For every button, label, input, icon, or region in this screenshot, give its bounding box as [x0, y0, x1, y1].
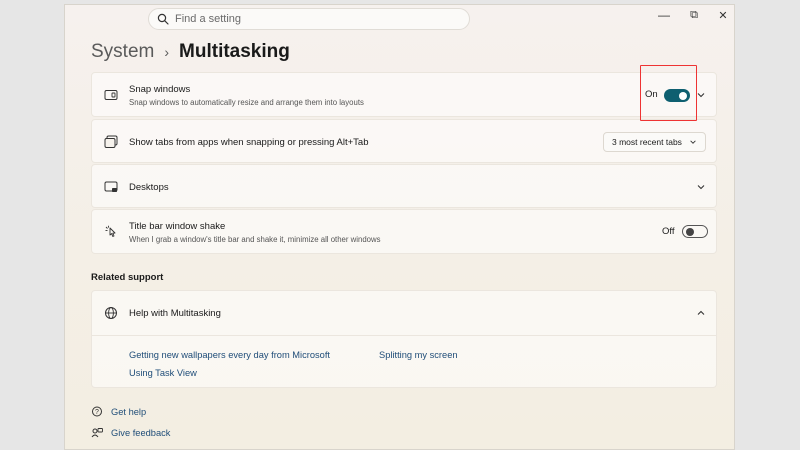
setting-card-show-tabs: Show tabs from apps when snapping or pre…: [91, 119, 717, 163]
help-link-wallpapers[interactable]: Getting new wallpapers every day from Mi…: [129, 350, 330, 360]
chevron-down-icon: [690, 140, 696, 144]
give-feedback-label: Give feedback: [111, 428, 171, 438]
setting-title: Title bar window shake: [129, 221, 226, 232]
get-help-label: Get help: [111, 407, 147, 417]
close-button[interactable]: ✕: [708, 5, 734, 25]
search-box[interactable]: [148, 8, 470, 30]
help-header[interactable]: Help with Multitasking: [92, 291, 716, 335]
window-shake-toggle[interactable]: [682, 225, 708, 238]
get-help-link[interactable]: ? Get help: [91, 406, 146, 418]
window-shake-icon: [103, 224, 119, 240]
setting-description: Snap windows to automatically resize and…: [129, 98, 364, 107]
breadcrumb-parent[interactable]: System: [91, 41, 154, 63]
tabs-icon: [103, 134, 119, 150]
toggle-state-label: Off: [662, 226, 675, 237]
highlight-box: [640, 65, 697, 121]
help-link-task-view[interactable]: Using Task View: [129, 368, 197, 378]
setting-title: Desktops: [129, 182, 169, 193]
search-icon: [157, 13, 169, 25]
help-link-splitting[interactable]: Splitting my screen: [379, 350, 458, 360]
feedback-icon: [91, 428, 103, 438]
toggle-knob: [686, 227, 694, 236]
chevron-up-icon[interactable]: [696, 308, 706, 318]
page-title: Multitasking: [179, 41, 290, 62]
help-card: Help with Multitasking Getting new wallp…: [91, 290, 717, 388]
setting-card-snap-windows[interactable]: Snap windows Snap windows to automatical…: [91, 72, 717, 117]
help-title: Help with Multitasking: [129, 308, 221, 319]
setting-card-window-shake: Title bar window shake When I grab a win…: [91, 209, 717, 254]
search-input[interactable]: [175, 13, 455, 25]
globe-icon: [103, 305, 119, 321]
dropdown-value: 3 most recent tabs: [612, 137, 682, 147]
snap-windows-icon: [103, 87, 119, 103]
restore-button[interactable]: ⧉: [679, 5, 709, 25]
breadcrumb-separator: ›: [164, 44, 170, 60]
help-icon: ?: [92, 406, 102, 417]
setting-description: When I grab a window's title bar and sha…: [129, 235, 381, 244]
desktops-icon: [103, 179, 119, 195]
settings-window: — ⧉ ✕ System › Multitasking Snap windows…: [64, 4, 735, 450]
related-support-heading: Related support: [91, 272, 164, 283]
tabs-count-dropdown[interactable]: 3 most recent tabs: [603, 132, 706, 152]
breadcrumb: System › Multitasking: [91, 41, 290, 63]
minimize-button[interactable]: —: [649, 5, 679, 25]
chevron-down-icon[interactable]: [696, 182, 706, 192]
setting-title: Snap windows: [129, 84, 191, 95]
chevron-down-icon[interactable]: [696, 90, 706, 100]
setting-title: Show tabs from apps when snapping or pre…: [129, 137, 369, 148]
svg-text:?: ?: [95, 409, 99, 416]
give-feedback-link[interactable]: Give feedback: [91, 427, 170, 439]
divider: [92, 335, 716, 336]
setting-card-desktops[interactable]: Desktops: [91, 164, 717, 208]
